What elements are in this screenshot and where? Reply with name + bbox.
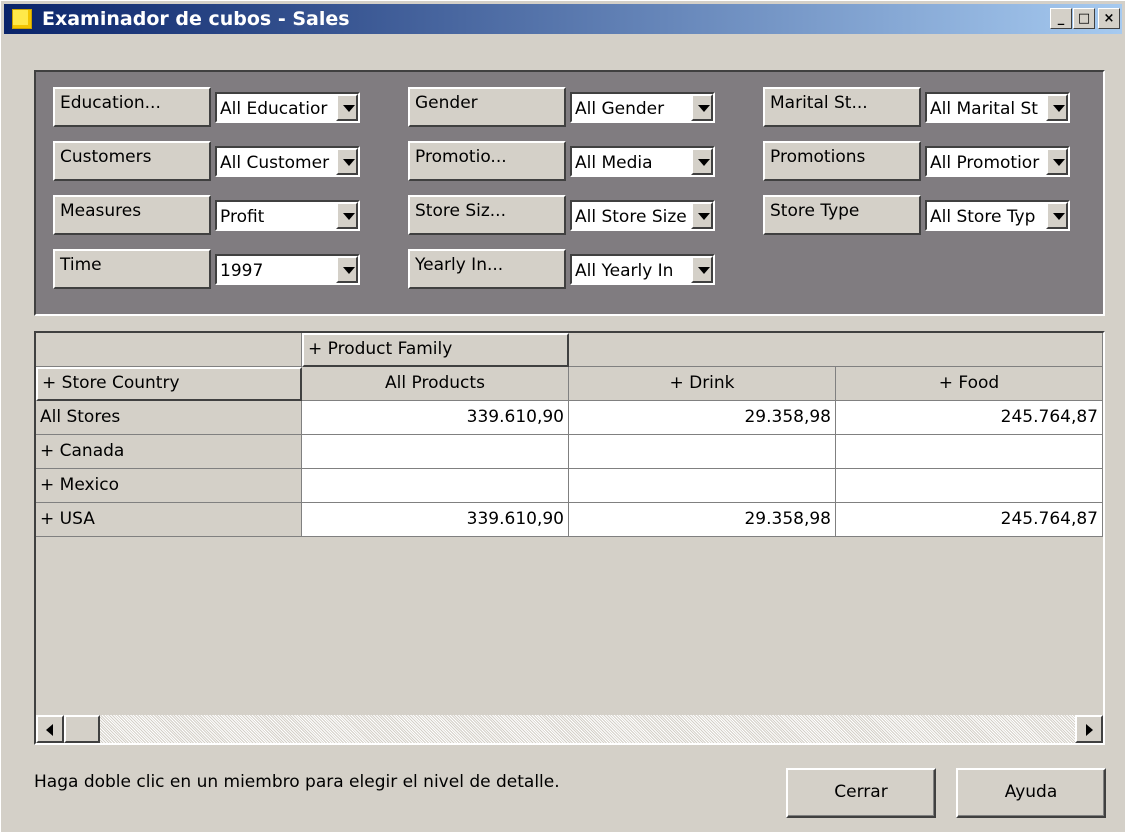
dimension-select-education[interactable]: All Educatior: [215, 92, 360, 123]
close-button[interactable]: Cerrar: [786, 768, 936, 818]
row-header-all-stores[interactable]: All Stores: [36, 401, 302, 435]
chevron-down-icon[interactable]: [691, 148, 713, 175]
table-cell[interactable]: [569, 435, 836, 469]
table-cell[interactable]: 245.764,87: [836, 401, 1103, 435]
select-value: All Marital St: [930, 99, 1038, 119]
table-cell[interactable]: 245.764,87: [836, 503, 1103, 537]
select-value: All Customer: [220, 153, 330, 173]
table-cell[interactable]: 29.358,98: [569, 503, 836, 537]
dimension-select-store-size[interactable]: All Store Size: [570, 200, 715, 231]
dimension-button-yearly-income[interactable]: Yearly In...: [408, 249, 566, 289]
select-value: All Gender: [575, 99, 665, 119]
scroll-left-icon[interactable]: [36, 715, 64, 743]
chevron-down-icon[interactable]: [1046, 94, 1068, 121]
select-value: All Store Typ: [930, 207, 1036, 227]
column-header-food[interactable]: + Food: [836, 367, 1103, 401]
select-value: All Educatior: [220, 99, 328, 119]
dimension-button-store-size[interactable]: Store Siz...: [408, 195, 566, 235]
column-header-all-products[interactable]: All Products: [302, 367, 569, 401]
dimension-filter-panel: Education... All Educatior Customers All…: [34, 70, 1105, 316]
dimension-button-time[interactable]: Time: [53, 249, 211, 289]
dimension-select-time[interactable]: 1997: [215, 254, 360, 285]
dimension-button-gender[interactable]: Gender: [408, 87, 566, 127]
chevron-down-icon[interactable]: [336, 148, 358, 175]
minimize-button[interactable]: _: [1050, 8, 1072, 29]
table-cell[interactable]: [302, 435, 569, 469]
chevron-down-icon[interactable]: [336, 256, 358, 283]
window-title: Examinador de cubos - Sales: [42, 8, 350, 30]
dimension-button-marital-status[interactable]: Marital St...: [763, 87, 921, 127]
dimension-select-promotion-media[interactable]: All Media: [570, 146, 715, 177]
select-value: All Yearly In: [575, 261, 674, 281]
dimension-select-promotions[interactable]: All Promotior: [925, 146, 1070, 177]
chevron-down-icon[interactable]: [691, 202, 713, 229]
select-value: All Store Size: [575, 207, 687, 227]
chevron-down-icon[interactable]: [336, 94, 358, 121]
column-header-drink[interactable]: + Drink: [569, 367, 836, 401]
select-value: All Media: [575, 153, 653, 173]
select-value: 1997: [220, 261, 264, 281]
close-window-button[interactable]: ×: [1098, 8, 1120, 29]
table-cell[interactable]: 339.610,90: [302, 503, 569, 537]
dimension-select-customers[interactable]: All Customer: [215, 146, 360, 177]
dimension-button-measures[interactable]: Measures: [53, 195, 211, 235]
title-bar[interactable]: Examinador de cubos - Sales _ □ ×: [4, 4, 1122, 34]
chevron-down-icon[interactable]: [336, 202, 358, 229]
chevron-down-icon[interactable]: [691, 94, 713, 121]
dimension-button-customers[interactable]: Customers: [53, 141, 211, 181]
table-cell[interactable]: [302, 469, 569, 503]
table-cell[interactable]: [836, 435, 1103, 469]
dimension-button-education[interactable]: Education...: [53, 87, 211, 127]
chevron-down-icon[interactable]: [691, 256, 713, 283]
cube-icon: [12, 9, 32, 29]
cube-browser-window: Examinador de cubos - Sales _ □ × Educat…: [0, 0, 1126, 833]
help-button[interactable]: Ayuda: [956, 768, 1106, 818]
status-text: Haga doble clic en un miembro para elegi…: [34, 772, 560, 792]
scrollbar-thumb[interactable]: [64, 715, 100, 743]
dimension-select-gender[interactable]: All Gender: [570, 92, 715, 123]
row-header-mexico[interactable]: + Mexico: [36, 469, 302, 503]
table-cell[interactable]: [836, 469, 1103, 503]
chevron-down-icon[interactable]: [1046, 148, 1068, 175]
dimension-button-promotion-media[interactable]: Promotio...: [408, 141, 566, 181]
row-header-canada[interactable]: + Canada: [36, 435, 302, 469]
select-value: All Promotior: [930, 153, 1040, 173]
dimension-select-measures[interactable]: Profit: [215, 200, 360, 231]
pivot-grid: + Product Family + Store Country All Pro…: [34, 331, 1105, 745]
chevron-down-icon[interactable]: [1046, 202, 1068, 229]
row-header-usa[interactable]: + USA: [36, 503, 302, 537]
column-dimension-button[interactable]: + Product Family: [302, 333, 569, 367]
select-value: Profit: [220, 207, 265, 227]
column-header-spacer: [569, 333, 1103, 367]
table-cell[interactable]: 339.610,90: [302, 401, 569, 435]
table-cell[interactable]: [569, 469, 836, 503]
dimension-select-store-type[interactable]: All Store Typ: [925, 200, 1070, 231]
scroll-right-icon[interactable]: [1075, 715, 1103, 743]
dimension-select-yearly-income[interactable]: All Yearly In: [570, 254, 715, 285]
table-cell[interactable]: 29.358,98: [569, 401, 836, 435]
dimension-select-marital-status[interactable]: All Marital St: [925, 92, 1070, 123]
row-dimension-button[interactable]: + Store Country: [36, 367, 302, 401]
horizontal-scrollbar[interactable]: [36, 715, 1103, 743]
dimension-button-store-type[interactable]: Store Type: [763, 195, 921, 235]
grid-corner: [36, 333, 302, 367]
maximize-button[interactable]: □: [1073, 8, 1095, 29]
dimension-button-promotions[interactable]: Promotions: [763, 141, 921, 181]
